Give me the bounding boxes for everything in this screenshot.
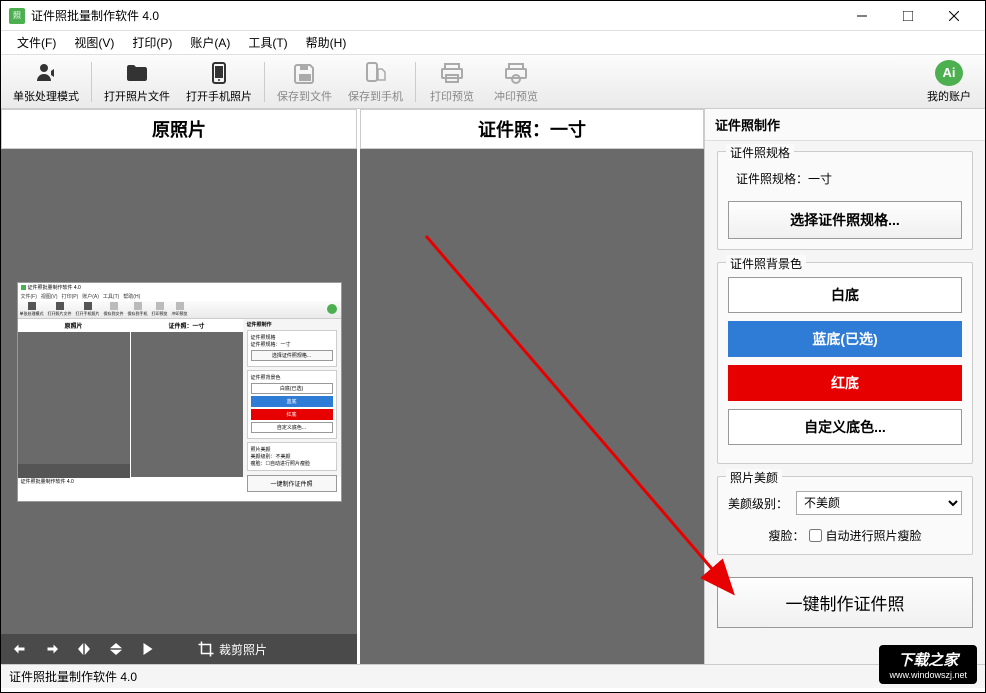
beauty-level-select[interactable]: 不美颜 <box>796 491 962 515</box>
menu-tools[interactable]: 工具(T) <box>240 32 295 53</box>
phone-save-icon <box>363 60 389 86</box>
flip-vertical-button[interactable] <box>107 640 125 658</box>
open-phone-label: 打开手机照片 <box>186 88 252 104</box>
face-slim-text: 自动进行照片瘦脸 <box>826 527 922 544</box>
rotate-right-90-button[interactable] <box>43 640 61 658</box>
dev-preview-button[interactable]: 冲印预览 <box>484 58 548 106</box>
bg-custom-button[interactable]: 自定义底色... <box>728 409 962 445</box>
status-text: 证件照批量制作软件 4.0 <box>9 668 137 685</box>
maximize-button[interactable] <box>885 2 931 30</box>
crop-label: 裁剪照片 <box>219 641 267 658</box>
spec-group-label: 证件照规格 <box>726 144 794 161</box>
dev-preview-label: 冲印预览 <box>494 88 538 104</box>
crop-button[interactable]: 裁剪照片 <box>197 640 267 658</box>
make-idphoto-button[interactable]: 一键制作证件照 <box>717 577 973 628</box>
flip-horizontal-button[interactable] <box>75 640 93 658</box>
app-icon: 照 <box>9 8 25 24</box>
save-phone-button[interactable]: 保存到手机 <box>340 58 411 106</box>
original-photo-title: 原照片 <box>1 109 357 149</box>
save-file-label: 保存到文件 <box>277 88 332 104</box>
beauty-level-label: 美颜级别： <box>728 495 788 512</box>
open-file-label: 打开照片文件 <box>104 88 170 104</box>
spec-text: 证件照规格：一寸 <box>736 170 962 187</box>
right-panel-header: 证件照制作 <box>705 109 985 141</box>
save-file-button[interactable]: 保存到文件 <box>269 58 340 106</box>
mode-label: 单张处理模式 <box>13 88 79 104</box>
mode-button[interactable]: 单张处理模式 <box>5 58 87 106</box>
save-phone-label: 保存到手机 <box>348 88 403 104</box>
my-account-button[interactable]: Ai 我的账户 <box>917 58 981 106</box>
window-title: 证件照批量制作软件 4.0 <box>31 7 839 24</box>
menu-help[interactable]: 帮助(H) <box>298 32 355 53</box>
menu-account[interactable]: 账户(A) <box>182 32 238 53</box>
dev-printer-icon <box>503 60 529 86</box>
ai-icon: Ai <box>935 60 963 86</box>
phone-icon <box>206 60 232 86</box>
face-slim-checkbox[interactable] <box>809 529 822 542</box>
open-phone-button[interactable]: 打开手机照片 <box>178 58 260 106</box>
rotate-left-90-button[interactable] <box>11 640 29 658</box>
bg-white-button[interactable]: 白底 <box>728 277 962 313</box>
watermark: 下载之家 www.windowszj.net <box>879 645 977 684</box>
open-file-button[interactable]: 打开照片文件 <box>96 58 178 106</box>
printer-icon <box>439 60 465 86</box>
menu-file[interactable]: 文件(F) <box>9 32 64 53</box>
my-account-label: 我的账户 <box>927 88 971 104</box>
menu-print[interactable]: 打印(P) <box>124 32 180 53</box>
beauty-group-label: 照片美颜 <box>726 469 782 486</box>
bg-group-label: 证件照背景色 <box>726 255 806 272</box>
thumbnail-preview: 证件照批量制作软件 4.0 文件(F)视图(V)打印(P)账户(A)工具(T)帮… <box>17 282 342 502</box>
print-preview-label: 打印预览 <box>430 88 474 104</box>
rotate-fine-button[interactable] <box>139 640 157 658</box>
person-icon <box>33 60 59 86</box>
separator <box>264 62 265 102</box>
bg-blue-button[interactable]: 蓝底(已选) <box>728 321 962 357</box>
print-preview-button[interactable]: 打印预览 <box>420 58 484 106</box>
face-slim-label: 瘦脸： <box>768 527 804 544</box>
watermark-main: 下载之家 <box>889 649 967 670</box>
watermark-sub: www.windowszj.net <box>889 670 967 680</box>
select-spec-button[interactable]: 选择证件照规格... <box>728 201 962 239</box>
menu-view[interactable]: 视图(V) <box>66 32 122 53</box>
folder-icon <box>124 60 150 86</box>
close-button[interactable] <box>931 2 977 30</box>
separator <box>415 62 416 102</box>
minimize-button[interactable] <box>839 2 885 30</box>
separator <box>91 62 92 102</box>
idphoto-title: 证件照：一寸 <box>360 109 704 149</box>
bg-red-button[interactable]: 红底 <box>728 365 962 401</box>
save-icon <box>292 60 318 86</box>
